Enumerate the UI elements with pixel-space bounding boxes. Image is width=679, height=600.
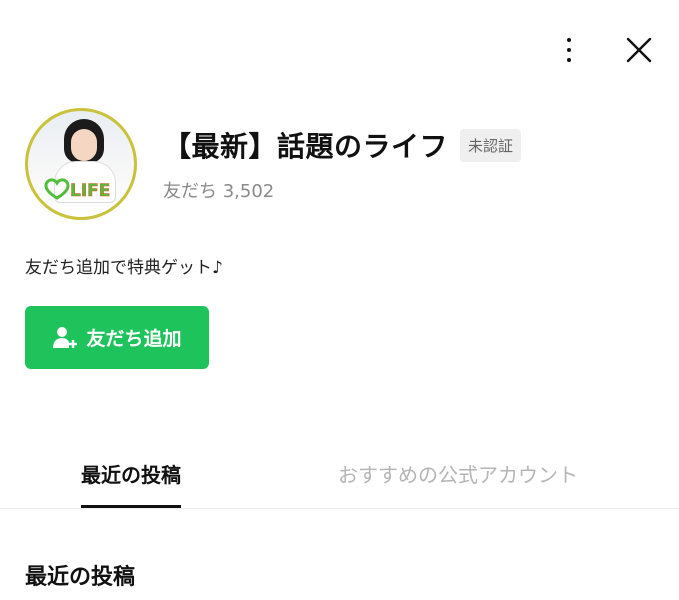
section-title: 最近の投稿	[25, 565, 136, 590]
account-name: 【最新】話題のライフ	[163, 130, 449, 163]
more-vertical-icon	[567, 38, 571, 62]
friend-count: 友だち 3,502	[163, 181, 275, 202]
unverified-badge: 未認証	[460, 128, 522, 162]
profile-header: LIFE 【最新】話題のライフ 未認証 友だち 3,502	[25, 108, 522, 220]
close-button[interactable]	[617, 28, 661, 72]
avatar-logo: LIFE	[44, 178, 111, 201]
tab-label: 最近の投稿	[81, 462, 181, 487]
active-tab-indicator	[81, 505, 181, 508]
tab-bar: 最近の投稿 おすすめの公式アカウント	[0, 438, 679, 509]
profile-info: 【最新】話題のライフ 未認証 友だち 3,502	[163, 125, 522, 203]
more-options-button[interactable]	[547, 28, 591, 72]
add-friend-button[interactable]: 友だち追加	[25, 306, 209, 369]
svg-text:LIFE: LIFE	[70, 181, 110, 201]
tab-label: おすすめの公式アカウント	[338, 462, 578, 487]
tab-recent-posts[interactable]: 最近の投稿	[81, 438, 181, 508]
close-icon	[626, 37, 652, 63]
tab-recommended-accounts[interactable]: おすすめの公式アカウント	[338, 438, 578, 508]
add-friend-label: 友だち追加	[86, 328, 182, 350]
add-friend-icon	[53, 326, 78, 348]
avatar[interactable]: LIFE	[25, 108, 137, 220]
top-bar	[547, 22, 661, 78]
account-description: 友だち追加で特典ゲット♪	[25, 258, 223, 278]
